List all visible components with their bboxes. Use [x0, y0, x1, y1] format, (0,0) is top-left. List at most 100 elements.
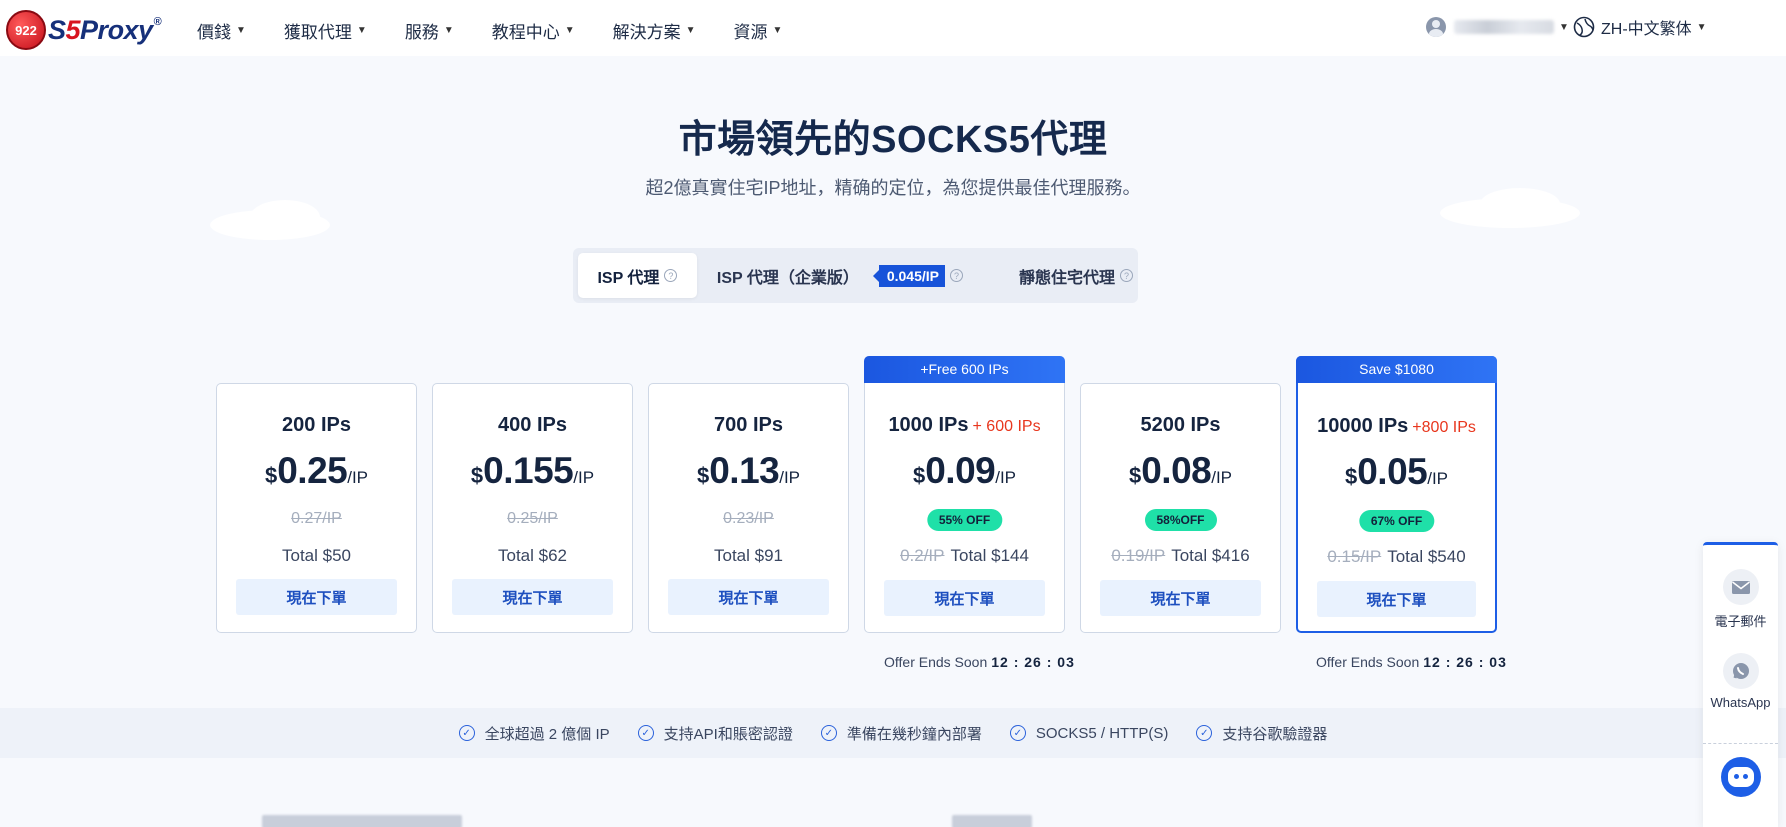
section-heading-cutoff	[952, 815, 1032, 827]
feature-label: 全球超過 2 億個 IP	[484, 725, 610, 743]
price-unit: /IP	[1427, 469, 1449, 488]
user-menu[interactable]: ▼	[1426, 17, 1569, 37]
price-amount: 0.09	[925, 450, 996, 491]
tab-label: ISP 代理（企業版）	[716, 269, 859, 287]
cloud-decoration	[250, 200, 320, 234]
menu-item-tutorials[interactable]: 教程中心 ▼	[492, 18, 575, 43]
contact-whatsapp[interactable]: WhatsApp	[1703, 653, 1778, 710]
total-price: 0.2/IP Total $144	[865, 546, 1064, 566]
menu-item-solutions[interactable]: 解決方案 ▼	[613, 18, 696, 43]
pricing-card: 700 IPs $0.13/IP 0.23/IP Total $91 現在下單	[648, 383, 849, 633]
total-price: Total $62	[498, 546, 567, 565]
price-unit: /IP	[347, 468, 369, 487]
brand-name-proxy: Proxy	[80, 14, 153, 45]
price-amount: 0.08	[1141, 450, 1212, 491]
menu-label: 教程中心	[491, 23, 560, 42]
order-now-button[interactable]: 現在下單	[1317, 581, 1476, 617]
order-now-button[interactable]: 現在下單	[236, 579, 397, 615]
offer-countdown: Offer Ends Soon 12 : 26 : 03	[1316, 654, 1507, 670]
brand-logo[interactable]: 922 S5Proxy®	[6, 10, 162, 50]
menu-item-services[interactable]: 服務 ▼	[405, 18, 454, 43]
countdown-time: 12 : 26 : 03	[1423, 654, 1507, 670]
globe-icon	[1573, 16, 1595, 38]
card-title: 400 IPs	[498, 414, 567, 436]
feature-bar: ✓ 全球超過 2 億個 IP ✓ 支持API和賬密認證 ✓ 準備在幾秒鐘內部署 ✓ SO…	[0, 708, 1786, 758]
card-price: $0.155/IP	[433, 450, 632, 492]
menu-label: 資源	[733, 23, 768, 42]
menu-label: 獲取代理	[283, 23, 352, 42]
offer-countdown: Offer Ends Soon 12 : 26 : 03	[884, 654, 1075, 670]
currency-symbol: $	[264, 463, 278, 488]
tab-isp-enterprise[interactable]: ISP 代理（企業版） 0.045/IP ?	[697, 253, 963, 298]
feature-label: 準備在幾秒鐘內部署	[846, 725, 982, 743]
card-price: $0.13/IP	[649, 450, 848, 492]
currency-symbol: $	[696, 463, 710, 488]
tab-label: ISP 代理	[597, 269, 660, 287]
feature-item: ✓ SOCKS5 / HTTP(S)	[1009, 725, 1168, 742]
price-amount: 0.25	[277, 450, 348, 491]
card-title: 700 IPs	[714, 414, 783, 436]
feature-item: ✓ 支持API和賬密認證	[637, 723, 793, 744]
menu-item-get-proxy[interactable]: 獲取代理 ▼	[284, 18, 367, 43]
discount-badge: 55% OFF	[926, 509, 1003, 531]
old-price: 0.25/IP	[507, 510, 558, 527]
help-icon[interactable]: ?	[664, 269, 678, 282]
caret-down-icon: ▼	[772, 25, 783, 36]
discount-badge: 67% OFF	[1358, 510, 1435, 532]
order-now-button[interactable]: 現在下單	[884, 580, 1045, 616]
card-title: 200 IPs	[282, 414, 351, 436]
menu-item-pricing[interactable]: 價錢 ▼	[197, 18, 246, 43]
price-unit: /IP	[1211, 468, 1233, 487]
menu-label: 價錢	[197, 23, 231, 42]
contact-email-label: 電子郵件	[1714, 614, 1767, 629]
contact-email[interactable]: 電子郵件	[1703, 569, 1778, 630]
top-navigation: 922 S5Proxy® 價錢 ▼ 獲取代理 ▼ 服務 ▼ 教程中心 ▼ 解決方案 ▼ 資…	[0, 0, 1786, 56]
caret-down-icon: ▼	[685, 25, 696, 36]
divider	[1703, 743, 1778, 744]
pricing-card-promo: +Free 600 IPs 1000 IPs + 600 IPs $0.09/IP…	[864, 356, 1065, 633]
tab-label: 靜態住宅代理	[1018, 269, 1115, 287]
card-title-text: 1000 IPs	[888, 414, 969, 436]
tab-static-residential[interactable]: 靜態住宅代理 ?	[1019, 253, 1133, 298]
card-price: $0.25/IP	[217, 450, 416, 492]
order-now-button[interactable]: 現在下單	[668, 579, 829, 615]
old-price: 0.15/IP	[1327, 547, 1382, 566]
promo-banner: Save $1080	[1296, 356, 1497, 383]
order-now-button[interactable]: 現在下單	[1100, 580, 1261, 616]
price-unit: /IP	[995, 468, 1017, 487]
currency-symbol: $	[470, 463, 484, 488]
check-circle-icon: ✓	[458, 725, 475, 741]
user-name-redacted	[1454, 20, 1554, 34]
check-circle-icon: ✓	[637, 725, 654, 741]
help-icon[interactable]: ?	[949, 269, 963, 282]
order-now-button[interactable]: 現在下單	[452, 579, 613, 615]
caret-down-icon: ▼	[564, 25, 575, 36]
check-circle-icon: ✓	[820, 725, 837, 741]
page-subtitle: 超2億真實住宅IP地址，精确的定位，為您提供最佳代理服務。	[645, 178, 1141, 198]
caret-down-icon: ▼	[1559, 21, 1569, 33]
menu-label: 服務	[404, 23, 439, 42]
card-price: $0.05/IP	[1298, 451, 1495, 493]
pricing-card: 5200 IPs $0.08/IP 58%OFF 0.19/IP Total $4…	[1080, 383, 1281, 633]
help-icon[interactable]: ?	[1120, 269, 1133, 282]
price-amount: 0.155	[483, 450, 574, 491]
menu-label: 解決方案	[612, 23, 681, 42]
discount-badge: 58%OFF	[1144, 509, 1217, 531]
feature-item: ✓ 準備在幾秒鐘內部署	[820, 723, 982, 744]
caret-down-icon: ▼	[443, 25, 454, 36]
offer-label: Offer Ends Soon	[884, 654, 988, 670]
tab-isp-proxy[interactable]: ISP 代理 ?	[578, 253, 697, 298]
menu-item-resources[interactable]: 資源 ▼	[734, 18, 783, 43]
chatbot-icon[interactable]	[1721, 757, 1761, 797]
language-selector[interactable]: ZH-中文繁体 ▼	[1573, 15, 1707, 39]
check-circle-icon: ✓	[1009, 725, 1026, 741]
currency-symbol: $	[1128, 463, 1142, 488]
countdown-time: 12 : 26 : 03	[991, 654, 1075, 670]
caret-down-icon: ▼	[236, 25, 246, 36]
bonus-ips: +800 IPs	[1412, 419, 1476, 436]
user-avatar-icon	[1426, 17, 1446, 37]
brand-name: S5Proxy®	[48, 14, 162, 46]
mail-icon	[1722, 569, 1759, 605]
price-unit: /IP	[779, 468, 801, 487]
price-amount: 0.05	[1357, 451, 1428, 492]
